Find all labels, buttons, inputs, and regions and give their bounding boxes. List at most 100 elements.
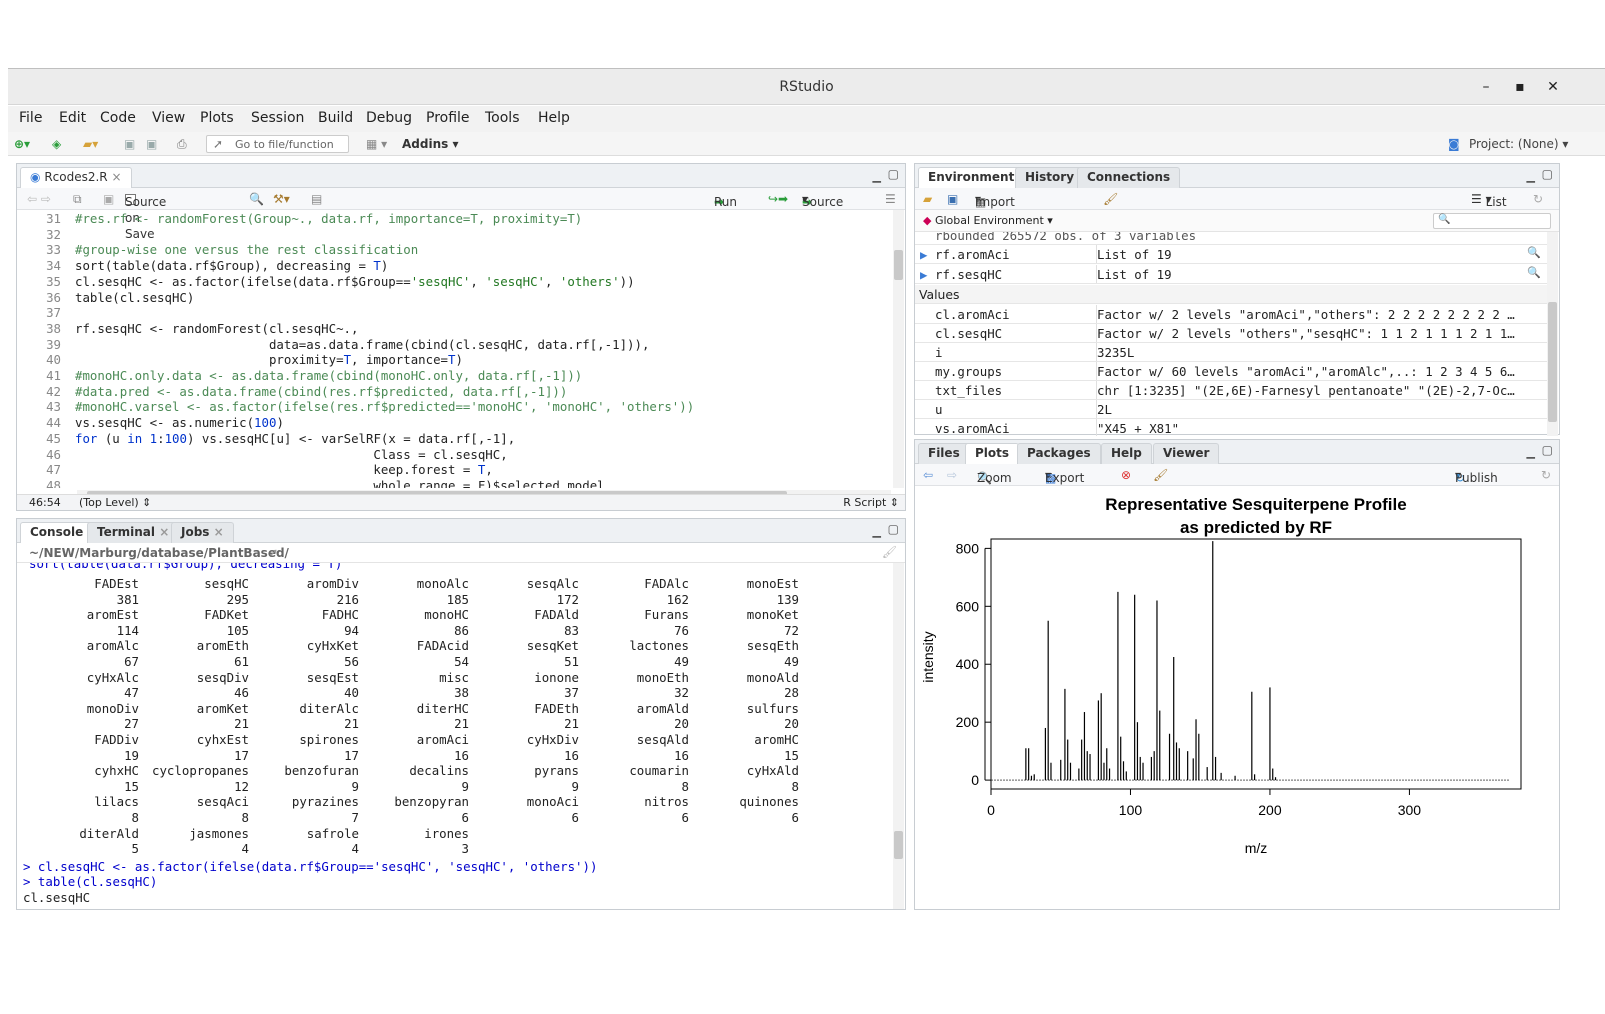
- goto-directory-icon[interactable]: ➚: [269, 546, 278, 559]
- tab-console[interactable]: Console: [20, 522, 94, 543]
- global-env-selector[interactable]: ◆ Global Environment ▾: [923, 214, 1053, 227]
- print-icon[interactable]: ⎙: [177, 136, 187, 152]
- search-icon[interactable]: 🔍: [249, 191, 264, 207]
- next-plot-icon[interactable]: ⇨: [947, 467, 957, 483]
- load-workspace-icon[interactable]: ▰: [923, 191, 932, 207]
- view-mode-selector[interactable]: ☰ List ▾: [1471, 191, 1507, 209]
- env-value-row[interactable]: i 3235L: [915, 343, 1547, 362]
- show-in-window-icon[interactable]: ⧉: [73, 191, 82, 207]
- project-menu[interactable]: Project: (None) ▾: [1469, 136, 1568, 152]
- close-jobs-icon[interactable]: ×: [214, 525, 224, 539]
- tab-help[interactable]: Help: [1101, 443, 1152, 464]
- tab-viewer[interactable]: Viewer: [1153, 443, 1220, 464]
- view-data-icon[interactable]: 🔍: [1527, 246, 1541, 259]
- env-value-row[interactable]: txt_files chr [1:3235] "(2E,6E)-Farnesyl …: [915, 381, 1547, 400]
- rerun-icon[interactable]: ↪➡: [768, 191, 788, 207]
- source-button[interactable]: ➡ Source ▾: [802, 191, 843, 209]
- refresh-env-icon[interactable]: ↻: [1533, 191, 1543, 207]
- minimize-button[interactable]: –: [1476, 77, 1496, 97]
- maximize-env-icon[interactable]: ▢: [1542, 167, 1553, 181]
- env-search-input[interactable]: 🔍: [1433, 213, 1551, 229]
- tab-files[interactable]: Files: [918, 443, 970, 464]
- publish-button[interactable]: ↻ Publish ▾: [1455, 467, 1498, 485]
- env-data-row[interactable]: ▶ rf.sesqHC List of 19 🔍: [915, 265, 1547, 284]
- env-value-row[interactable]: vs.aromAci "X45 + X81": [915, 419, 1547, 436]
- tab-packages[interactable]: Packages: [1017, 443, 1101, 464]
- tab-history[interactable]: History: [1015, 167, 1085, 188]
- close-button[interactable]: ✕: [1543, 77, 1563, 97]
- new-project-icon[interactable]: ◈: [52, 136, 61, 152]
- console-output[interactable]: sort(table(data.rf$Group), decreasing = …: [17, 563, 893, 909]
- refresh-plot-icon[interactable]: ↻: [1541, 467, 1551, 483]
- env-var-name: my.groups: [935, 364, 1003, 379]
- menu-session[interactable]: Session: [251, 110, 304, 126]
- env-scrollbar[interactable]: [1547, 232, 1558, 436]
- tab-environment[interactable]: Environment: [918, 167, 1025, 188]
- broom-icon[interactable]: 🖌: [1103, 191, 1118, 207]
- maximize-pane-icon[interactable]: ▢: [888, 167, 899, 181]
- x-tick-label: 0: [987, 802, 995, 818]
- maximize-plots-icon[interactable]: ▢: [1542, 443, 1553, 457]
- remove-plot-icon[interactable]: ⊗: [1121, 467, 1131, 483]
- console-table-cell: sulfurs: [746, 700, 799, 716]
- outline-icon[interactable]: ☰: [885, 191, 896, 207]
- grid-layout-icon[interactable]: ▦ ▾: [366, 136, 387, 152]
- menu-profile[interactable]: Profile: [426, 110, 470, 126]
- menu-file[interactable]: File: [19, 110, 42, 126]
- menu-tools[interactable]: Tools: [485, 110, 520, 126]
- env-value-row[interactable]: cl.sesqHC Factor w/ 2 levels "others","se…: [915, 324, 1547, 343]
- maximize-button[interactable]: ▪: [1510, 77, 1530, 97]
- expand-icon[interactable]: ▶: [920, 267, 927, 282]
- view-data-icon[interactable]: 🔍: [1527, 266, 1541, 279]
- menu-code[interactable]: Code: [100, 110, 136, 126]
- goto-file-input[interactable]: ➚ Go to file/function: [206, 135, 349, 153]
- close-tab-icon[interactable]: ×: [111, 170, 121, 184]
- tab-rcodes2[interactable]: ◉ Rcodes2.R ×: [20, 167, 132, 188]
- file-type-selector[interactable]: R Script ⇕: [843, 496, 899, 509]
- clear-console-icon[interactable]: 🖌: [882, 545, 897, 559]
- open-folder-icon[interactable]: ▰▾: [83, 136, 98, 152]
- env-data-row[interactable]: ▶ rf.aromAci List of 19 🔍: [915, 245, 1547, 264]
- import-dataset-button[interactable]: ▦ Import Dataset ▾: [975, 191, 1022, 225]
- magic-wand-icon[interactable]: ⚒▾: [273, 191, 290, 207]
- env-scroll-thumb[interactable]: [1548, 302, 1557, 422]
- editor-scrollbar-v[interactable]: [893, 210, 904, 488]
- minimize-console-icon[interactable]: ▁: [873, 525, 881, 538]
- tab-terminal[interactable]: Terminal ×: [87, 522, 180, 543]
- menu-help[interactable]: Help: [538, 110, 570, 126]
- compile-report-icon[interactable]: ▤: [311, 191, 322, 207]
- menu-edit[interactable]: Edit: [59, 110, 86, 126]
- scope-selector[interactable]: (Top Level) ⇕: [79, 496, 151, 509]
- tab-plots[interactable]: Plots: [965, 443, 1020, 464]
- minimize-plots-icon[interactable]: ▁: [1527, 446, 1535, 459]
- menu-view[interactable]: View: [152, 110, 185, 126]
- new-file-icon[interactable]: ⊕▾: [14, 136, 30, 152]
- menu-build[interactable]: Build: [318, 110, 353, 126]
- save-file-icon[interactable]: ▣: [103, 191, 114, 207]
- addins-menu[interactable]: Addins ▾: [402, 136, 458, 152]
- export-button[interactable]: ▩ Export ▾: [1045, 467, 1084, 485]
- prev-plot-icon[interactable]: ⇦: [923, 467, 933, 483]
- env-value-row[interactable]: u 2L: [915, 400, 1547, 419]
- save-all-icon[interactable]: ▣: [146, 136, 157, 152]
- save-workspace-icon[interactable]: ▣: [947, 191, 958, 207]
- menu-debug[interactable]: Debug: [366, 110, 412, 126]
- code-editor[interactable]: 31 #res.rf <- randomForest(Group~., data.…: [17, 210, 893, 488]
- console-scroll-thumb[interactable]: [894, 831, 903, 859]
- console-table-cell: 37: [564, 685, 579, 701]
- console-scrollbar[interactable]: [893, 563, 904, 909]
- save-icon[interactable]: ▣: [124, 136, 135, 152]
- minimize-pane-icon[interactable]: ▁: [873, 170, 881, 183]
- editor-scroll-thumb[interactable]: [894, 250, 903, 280]
- back-icon[interactable]: ⇦ ⇨: [27, 191, 51, 207]
- close-terminal-icon[interactable]: ×: [159, 525, 169, 539]
- tab-connections[interactable]: Connections: [1077, 167, 1181, 188]
- clear-plots-icon[interactable]: 🖌: [1153, 467, 1168, 483]
- expand-icon[interactable]: ▶: [920, 247, 927, 262]
- tab-jobs[interactable]: Jobs ×: [171, 522, 234, 543]
- maximize-console-icon[interactable]: ▢: [888, 522, 899, 536]
- menu-plots[interactable]: Plots: [200, 110, 234, 126]
- env-value-row[interactable]: cl.aromAci Factor w/ 2 levels "aromAci","…: [915, 305, 1547, 324]
- minimize-env-icon[interactable]: ▁: [1527, 170, 1535, 183]
- env-value-row[interactable]: my.groups Factor w/ 60 levels "aromAci","…: [915, 362, 1547, 381]
